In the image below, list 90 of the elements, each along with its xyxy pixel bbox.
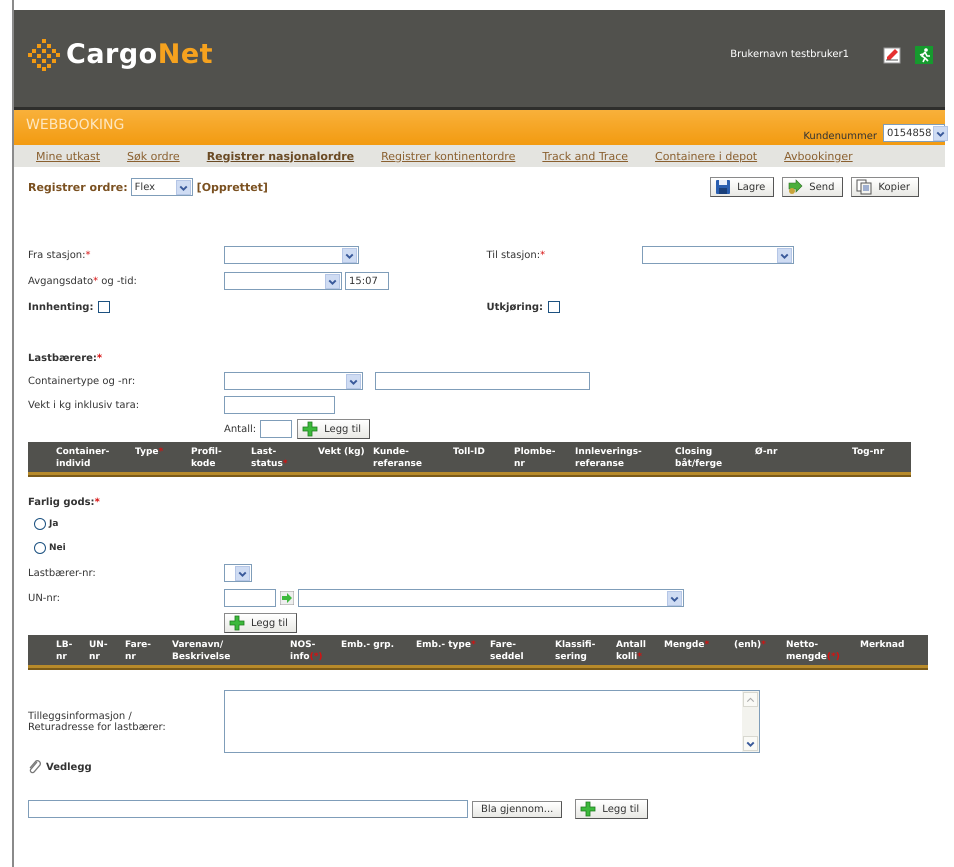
field-label: Antall: xyxy=(224,424,256,434)
column-header: Mengde* xyxy=(664,639,710,651)
add-button[interactable]: Legg til xyxy=(224,613,297,633)
section-title: Farlig gods:* xyxy=(28,497,100,508)
section-title: Vedlegg xyxy=(46,762,92,772)
column-header: Tog-nr xyxy=(852,446,886,458)
add-button[interactable]: Legg til xyxy=(297,419,370,439)
notepad-icon[interactable] xyxy=(883,46,901,64)
username-label: Brukernavn testbruker1 xyxy=(730,49,849,60)
column-header: Type* xyxy=(135,446,164,458)
logo-text: CargoNet xyxy=(66,39,214,70)
plus-icon xyxy=(302,421,318,437)
carrier-number-select[interactable] xyxy=(224,564,252,582)
column-header: Vekt (kg) xyxy=(318,446,366,458)
section-title: Lastbærere:* xyxy=(28,353,102,364)
column-header: Plombe- nr xyxy=(514,446,557,470)
column-header: NOS- info(*) xyxy=(290,639,324,663)
copy-button[interactable]: Kopier xyxy=(851,177,919,197)
column-header: Varenavn/ Beskrivelse xyxy=(172,639,232,663)
field-label: Til stasjon:* xyxy=(486,250,546,260)
text-area[interactable] xyxy=(224,690,760,753)
from-station-select[interactable] xyxy=(224,246,359,264)
save-button[interactable]: Lagre xyxy=(710,177,774,197)
column-header: Closing båt/ferge xyxy=(675,446,724,470)
nav-link[interactable]: Containere i depot xyxy=(655,150,758,162)
column-header: Fare- seddel xyxy=(490,639,525,663)
delivery-checkbox[interactable] xyxy=(548,301,560,313)
nav-link[interactable]: Registrer nasjonalordre xyxy=(206,150,354,162)
radio-option[interactable]: Nei xyxy=(34,540,945,556)
save-icon xyxy=(715,179,732,195)
column-header: Toll-ID xyxy=(453,446,486,458)
column-header: Antall kolli* xyxy=(616,639,647,663)
date-select[interactable] xyxy=(224,272,342,290)
customer-label: Kundenummer xyxy=(803,131,877,142)
field-label: Lastbærer-nr: xyxy=(28,568,97,578)
column-header: Klassifi- sering xyxy=(555,639,596,663)
paperclip-icon xyxy=(28,759,42,775)
field-label: Tilleggsinformasjon / Returadresse for lastbærer: xyxy=(28,710,167,732)
nav-link[interactable]: Registrer kontinentordre xyxy=(381,150,516,162)
field-label: Containertype og -nr: xyxy=(28,376,136,386)
column-header: Merknad xyxy=(860,639,906,651)
nav-link[interactable]: Avbookinger xyxy=(784,150,853,162)
column-header: UN- nr xyxy=(89,639,109,663)
radio-option[interactable]: Ja xyxy=(34,516,945,532)
app-title: WEBBOOKING xyxy=(26,116,124,135)
scroll-down-icon[interactable] xyxy=(743,736,758,751)
column-header: Last- status* xyxy=(251,446,289,470)
send-button[interactable]: Send xyxy=(782,177,844,197)
column-header: Profil- kode xyxy=(191,446,223,470)
field-label: Avgangsdato* og -tid: xyxy=(28,276,138,286)
column-header: Fare- nr xyxy=(125,639,152,663)
column-header: LB- nr xyxy=(56,639,74,663)
un-number-select[interactable] xyxy=(298,589,684,607)
nav-link[interactable]: Track and Trace xyxy=(542,150,628,162)
pickup-checkbox[interactable] xyxy=(98,301,110,313)
container-type-select[interactable] xyxy=(224,372,363,390)
send-icon xyxy=(787,179,804,195)
field-label: UN-nr: xyxy=(28,592,62,604)
plus-icon xyxy=(229,615,245,631)
to-station-select[interactable] xyxy=(642,246,794,264)
column-header: (enh)* xyxy=(734,639,767,651)
nav-link[interactable]: Søk ordre xyxy=(127,150,180,162)
logo-icon xyxy=(28,38,60,70)
container-number-field[interactable] xyxy=(375,372,590,390)
column-header: Kunde- referanse xyxy=(373,446,423,470)
nav-link[interactable]: Mine utkast xyxy=(36,150,100,162)
order-type-select[interactable]: Flex xyxy=(130,178,193,196)
count-field[interactable] xyxy=(260,420,292,438)
field-label: Fra stasjon:* xyxy=(28,250,92,260)
plus-icon xyxy=(580,801,596,817)
field-label: Innhenting: xyxy=(28,302,94,312)
copy-icon xyxy=(856,179,872,195)
column-header: Ø-nr xyxy=(755,446,778,458)
exit-icon[interactable] xyxy=(915,46,933,64)
column-header: Container- individ xyxy=(56,446,110,470)
column-header: Emb.- type* xyxy=(416,639,477,651)
column-header: Emb.- grp. xyxy=(341,639,395,651)
order-status: [Opprettet] xyxy=(196,180,268,194)
column-header: Netto- mengde(*) xyxy=(786,639,841,663)
time-field[interactable]: 15:07 xyxy=(345,272,389,290)
column-header: Innleverings- referanse xyxy=(575,446,643,470)
weight-field[interactable] xyxy=(224,396,335,414)
field-label: Vekt i kg inklusiv tara: xyxy=(28,400,140,410)
file-path-field[interactable] xyxy=(28,800,468,818)
add-button[interactable]: Legg til xyxy=(575,799,648,819)
un-number-field[interactable] xyxy=(224,589,276,607)
order-label: Registrer ordre: xyxy=(28,180,128,194)
browse-button[interactable]: Bla gjennom... xyxy=(472,800,562,818)
customer-select[interactable]: 0154858 xyxy=(883,124,945,142)
field-label: Utkjøring: xyxy=(486,302,543,312)
